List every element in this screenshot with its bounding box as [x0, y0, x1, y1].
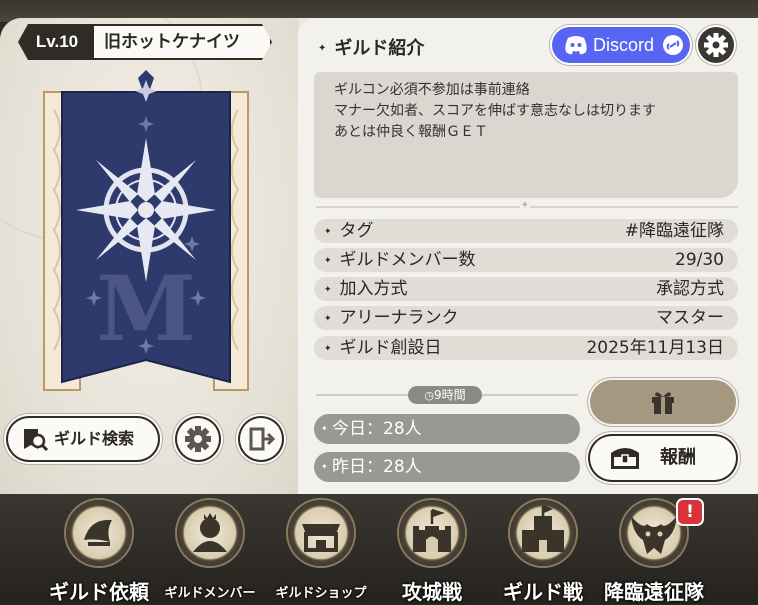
info-value: 2025年11月13日 — [586, 338, 724, 358]
discord-link-button[interactable]: Discord — [552, 27, 690, 63]
guild-search-label: ギルド検索 — [54, 429, 135, 448]
treasure-chest-icon — [611, 448, 639, 469]
yesterday-count: 昨日：28人 — [314, 452, 580, 482]
info-key: タグ — [324, 219, 374, 244]
nav-guild-request[interactable]: ギルド依頼 — [44, 498, 154, 604]
guild-name-plate: Lv.10 旧ホットケナイツ — [18, 24, 272, 60]
description-line: あとは仲良く報酬ＧＥＴ — [334, 124, 488, 140]
info-row-founded: ギルド創設日 2025年11月13日 — [314, 336, 738, 360]
gear-icon — [704, 33, 728, 57]
info-key: アリーナランク — [324, 306, 459, 331]
info-key: 加入方式 — [324, 277, 408, 302]
info-row-join-method: 加入方式 承認方式 — [314, 277, 738, 301]
search-icon — [24, 429, 48, 451]
leave-guild-button[interactable] — [240, 418, 282, 460]
discord-label: Discord — [593, 35, 655, 55]
info-row-members: ギルドメンバー数 29/30 — [314, 248, 738, 272]
guild-name: 旧ホットケナイツ — [92, 24, 272, 60]
discord-icon — [565, 36, 587, 55]
description-line: ギルコン必須不参加は事前連絡 — [334, 82, 530, 98]
guild-search-button[interactable]: ギルド検索 — [8, 418, 158, 460]
siege-castle-icon — [399, 500, 465, 566]
guild-intro-title: ✦ ギルド紹介 — [318, 34, 424, 60]
info-value: マスター — [656, 308, 724, 328]
guild-war-castle-icon — [510, 500, 576, 566]
info-value: #降臨遠征隊 — [624, 221, 724, 241]
today-count-text: 今日：28人 — [332, 419, 422, 439]
guild-description: ギルコン必須不参加は事前連絡 マナー欠如者、スコアを伸ばす意志なしは切ります あ… — [314, 72, 738, 198]
divider: ✦ — [316, 201, 738, 211]
gift-button[interactable] — [590, 380, 736, 424]
info-row-tag: タグ #降臨遠征隊 — [314, 219, 738, 243]
info-row-arena-rank: アリーナランク マスター — [314, 306, 738, 330]
gear-icon — [185, 426, 211, 452]
reward-label: 報酬 — [660, 447, 696, 468]
scroll-icon — [66, 500, 132, 566]
info-value: 承認方式 — [656, 279, 724, 299]
nav-guild-war[interactable]: ギルド戦 — [488, 498, 598, 604]
guild-intro-title-text: ギルド紹介 — [334, 38, 425, 59]
stopwatch-icon: ◷ — [424, 389, 434, 402]
info-key: ギルド創設日 — [324, 336, 442, 361]
intro-settings-button[interactable] — [698, 27, 734, 63]
guild-settings-button[interactable] — [177, 418, 219, 460]
nav-siege[interactable]: 攻城戦 — [377, 498, 487, 604]
guild-level: Lv.10 — [18, 24, 96, 60]
nav-guild-members[interactable]: ギルドメンバー — [155, 498, 265, 604]
nav-guild-shop[interactable]: ギルドショップ — [266, 498, 376, 604]
guild-emblem-icon: M — [43, 70, 249, 391]
gift-icon — [652, 392, 674, 414]
description-line: マナー欠如者、スコアを伸ばす意志なしは切ります — [334, 103, 656, 119]
shop-icon — [288, 500, 354, 566]
yesterday-count-text: 昨日：28人 — [332, 457, 422, 477]
member-icon — [177, 500, 243, 566]
reset-timer-text: 9時間 — [433, 388, 466, 402]
reward-button[interactable]: 報酬 — [590, 436, 736, 480]
alert-badge: ! — [678, 500, 702, 524]
sparkle-icon: ✦ — [318, 43, 327, 54]
guild-banner: M — [42, 70, 250, 392]
reset-timer: ◷9時間 — [408, 386, 482, 404]
guild-bottom-nav: ギルド依頼 ギルドメンバー ギルドショップ 攻城戦 ギルド戦 降臨遠征隊 — [0, 494, 758, 604]
info-value: 29/30 — [675, 250, 724, 270]
nav-label: 降臨遠征隊 — [604, 580, 704, 604]
exit-door-icon — [249, 427, 276, 451]
link-icon — [663, 35, 683, 55]
today-count: 今日：28人 — [314, 414, 580, 444]
info-key: ギルドメンバー数 — [324, 248, 476, 273]
